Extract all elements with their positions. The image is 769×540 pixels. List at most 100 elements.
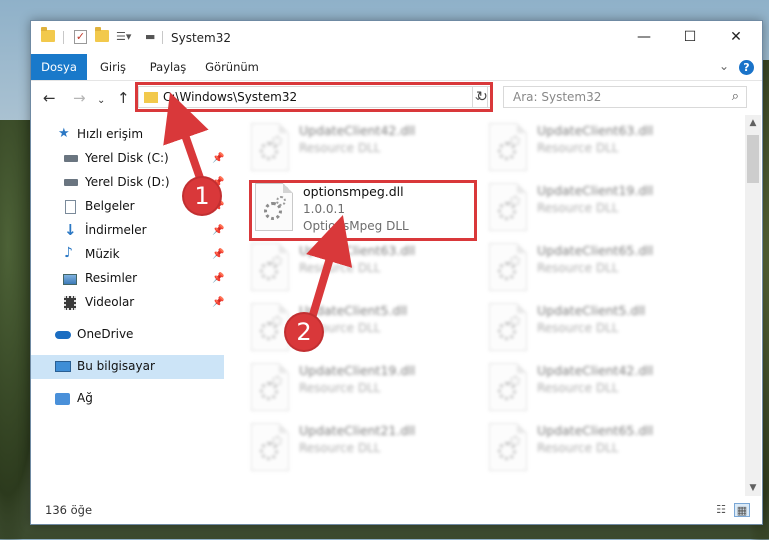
file-name: UpdateClient21.dll — [299, 423, 416, 438]
search-input[interactable]: Ara: System32 ⌕ — [503, 86, 747, 108]
step-1-callout: 1 — [184, 178, 220, 214]
forward-arrow-icon[interactable]: → — [73, 90, 86, 106]
videos-icon — [64, 296, 76, 310]
scroll-down-icon[interactable]: ▼ — [745, 480, 761, 496]
sidebar-item-onedrive[interactable]: OneDrive — [31, 323, 224, 347]
pin-icon[interactable]: 📌 — [212, 249, 224, 260]
file-item[interactable]: UpdateClient19.dll Resource DLL — [251, 363, 481, 419]
pin-icon[interactable]: 📌 — [212, 153, 224, 164]
file-item[interactable]: UpdateClient42.dll Resource DLL — [251, 123, 481, 179]
file-description: Resource DLL — [537, 381, 619, 395]
sidebar-item-downloads[interactable]: ↓ İndirmeler 📌 — [31, 219, 224, 243]
tab-file[interactable]: Dosya — [31, 54, 87, 80]
dll-file-icon — [251, 423, 289, 471]
file-item[interactable]: UpdateClient21.dll Resource DLL — [251, 423, 481, 479]
dll-file-icon — [251, 363, 289, 411]
sidebar-item-quick-access[interactable]: ★ Hızlı erişim — [31, 123, 224, 147]
sidebar-item-music[interactable]: ♪ Müzik 📌 — [31, 243, 224, 267]
sidebar-item-disk-c[interactable]: Yerel Disk (C:) 📌 — [31, 147, 224, 171]
network-icon — [55, 393, 70, 405]
dll-file-icon — [489, 423, 527, 471]
file-explorer-window: ✓ ☰▾ ▬ System32 — ☐ ✕ Dosya Giriş Paylaş… — [30, 20, 763, 525]
gear-icon — [272, 136, 282, 146]
dll-file-icon — [489, 363, 527, 411]
file-name: UpdateClient63.dll — [537, 123, 654, 138]
scroll-up-icon[interactable]: ▲ — [745, 115, 761, 131]
pictures-icon — [63, 274, 77, 285]
file-item[interactable]: UpdateClient19.dll Resource DLL — [489, 183, 719, 239]
sidebar-item-label: Videolar — [85, 295, 135, 309]
sidebar-item-label: Bu bilgisayar — [77, 359, 155, 373]
sidebar-item-label: Müzik — [85, 247, 120, 261]
drive-icon — [64, 179, 78, 186]
file-name: UpdateClient63.dll — [299, 243, 416, 258]
vertical-scrollbar[interactable]: ▲ ▼ — [745, 115, 761, 496]
file-description: Resource DLL — [537, 441, 619, 455]
gear-icon — [272, 436, 282, 446]
back-arrow-icon[interactable]: ← — [43, 90, 56, 106]
maximize-button[interactable]: ☐ — [667, 21, 713, 54]
file-name: UpdateClient65.dll — [537, 243, 654, 258]
star-icon: ★ — [58, 126, 70, 141]
search-icon: ⌕ — [731, 89, 739, 104]
tab-share[interactable]: Paylaş — [146, 54, 190, 80]
pin-icon[interactable]: 📌 — [212, 225, 224, 236]
file-item[interactable]: UpdateClient65.dll Resource DLL — [489, 423, 719, 479]
sidebar-item-pictures[interactable]: Resimler 📌 — [31, 267, 224, 291]
computer-icon — [55, 361, 71, 372]
cloud-icon — [55, 331, 71, 339]
pin-icon[interactable]: 📌 — [212, 297, 224, 308]
gear-icon — [272, 256, 282, 266]
dll-file-icon — [489, 183, 527, 231]
close-button[interactable]: ✕ — [713, 21, 759, 54]
dll-file-icon — [489, 243, 527, 291]
tiles-view-icon[interactable]: ▦ — [734, 503, 750, 517]
file-name: UpdateClient19.dll — [299, 363, 416, 378]
scrollbar-thumb[interactable] — [747, 135, 759, 183]
file-item[interactable]: UpdateClient5.dll Resource DLL — [489, 303, 719, 359]
file-name: UpdateClient65.dll — [537, 423, 654, 438]
gear-icon — [272, 316, 282, 326]
file-item[interactable]: UpdateClient42.dll Resource DLL — [489, 363, 719, 419]
file-description: Resource DLL — [537, 201, 619, 215]
item-count: 136 öğe — [45, 503, 93, 517]
gear-icon — [510, 136, 520, 146]
sidebar-item-label: Ağ — [77, 391, 93, 405]
gear-icon — [510, 436, 520, 446]
window-title: System32 — [171, 31, 232, 45]
help-icon[interactable]: ? — [739, 60, 754, 75]
file-description: Resource DLL — [537, 261, 619, 275]
ribbon-tabs: Dosya Giriş Paylaş Görünüm ⌄ ? — [31, 54, 762, 81]
sidebar-item-this-pc[interactable]: Bu bilgisayar — [31, 355, 224, 379]
search-placeholder: Ara: System32 — [513, 90, 602, 104]
new-folder-icon[interactable] — [95, 27, 109, 42]
file-description: Resource DLL — [299, 261, 381, 275]
sidebar-item-label: Belgeler — [85, 199, 135, 213]
tab-view[interactable]: Görünüm — [203, 54, 261, 80]
minimize-button[interactable]: — — [621, 21, 667, 54]
quick-access-dropdown-icon[interactable]: ▬ — [145, 30, 155, 44]
step-2-callout: 2 — [286, 314, 322, 350]
file-item[interactable]: UpdateClient63.dll Resource DLL — [489, 123, 719, 179]
tab-home[interactable]: Giriş — [93, 54, 133, 80]
folder-icon — [41, 27, 55, 42]
chevron-down-icon[interactable]: ⌄ — [719, 59, 729, 73]
up-arrow-icon[interactable]: ↑ — [117, 90, 130, 106]
recent-locations-chevron-icon[interactable]: ⌄ — [97, 93, 105, 109]
gear-icon — [510, 256, 520, 266]
quick-access-customize-icon[interactable]: ☰▾ — [116, 30, 131, 44]
sidebar-item-network[interactable]: Ağ — [31, 387, 224, 411]
details-view-icon[interactable]: ☷ — [713, 503, 729, 517]
pin-icon[interactable]: 📌 — [212, 273, 224, 284]
drive-icon — [64, 155, 78, 162]
dll-file-icon — [489, 303, 527, 351]
sidebar-item-videos[interactable]: Videolar 📌 — [31, 291, 224, 315]
properties-check-icon[interactable]: ✓ — [74, 30, 87, 44]
file-item[interactable]: UpdateClient65.dll Resource DLL — [489, 243, 719, 299]
documents-icon — [65, 200, 76, 214]
music-icon: ♪ — [64, 245, 73, 261]
file-item[interactable]: UpdateClient63.dll Resource DLL — [251, 243, 481, 299]
gear-icon — [272, 376, 282, 386]
sidebar-item-label: Yerel Disk (C:) — [85, 151, 169, 165]
sidebar-item-label: OneDrive — [77, 327, 134, 341]
